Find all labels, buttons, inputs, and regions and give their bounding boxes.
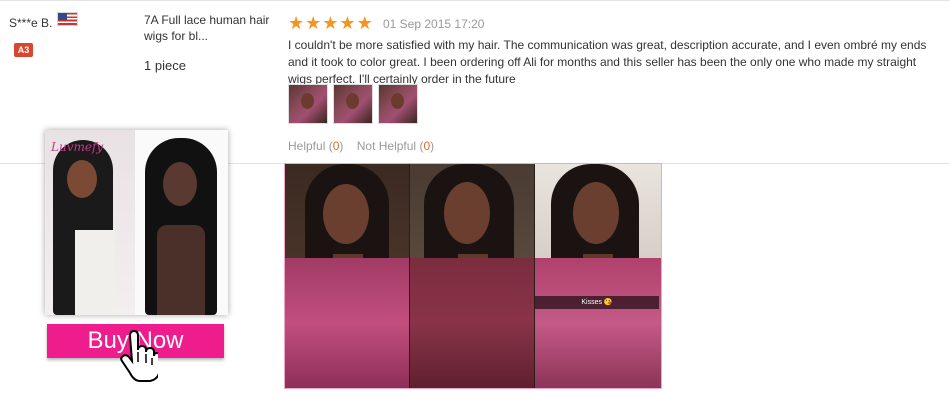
helpful-link[interactable]: Helpful (0) — [288, 139, 343, 153]
photo-panel-2 — [410, 164, 534, 388]
review-photo-thumbnail-1[interactable] — [288, 84, 328, 124]
quantity: 1 piece — [144, 58, 186, 73]
star-icon: ★ — [288, 13, 305, 33]
panel-top — [535, 258, 661, 388]
not-helpful-link[interactable]: Not Helpful (0) — [357, 139, 434, 153]
buyer-name: S***e B. — [9, 16, 53, 30]
photo-face — [301, 93, 314, 109]
not-helpful-label: Not Helpful — [356, 139, 417, 153]
enlarged-review-photo[interactable]: Kisses 😘 — [284, 163, 662, 389]
review-text: I couldn't be more satisfied with my hai… — [288, 38, 927, 86]
us-flag-icon — [57, 12, 78, 26]
buyer-level-badge: A3 — [14, 43, 33, 57]
snap-caption: Kisses 😘 — [535, 296, 659, 309]
helpful-label: Helpful — [288, 139, 326, 153]
brand-logo: Luvmefy — [51, 140, 104, 154]
panel-top — [410, 258, 534, 388]
ad-face-right — [163, 162, 197, 206]
product-ad-image[interactable]: Luvmefy — [45, 130, 228, 315]
hand-pointer-icon — [120, 330, 158, 382]
ad-face-left — [67, 160, 97, 198]
not-helpful-count: 0 — [423, 139, 431, 153]
photo-face — [391, 93, 404, 109]
top-divider — [0, 0, 950, 1]
panel-face — [323, 184, 369, 244]
photo-panel-3: Kisses 😘 — [535, 164, 661, 388]
panel-face — [573, 182, 619, 244]
panel-top — [285, 258, 409, 388]
star-icon: ★ — [322, 13, 339, 33]
star-icon: ★ — [339, 13, 356, 33]
helpful-count: 0 — [332, 139, 340, 153]
ad-mannequin — [157, 225, 205, 315]
star-icon: ★ — [305, 13, 322, 33]
rating-stars: ★ ★ ★ ★ ★ — [288, 14, 373, 32]
helpful-votes: Helpful (0) Not Helpful (0) — [288, 139, 434, 153]
review-date: 01 Sep 2015 17:20 — [383, 17, 485, 31]
review-photo-thumbnail-3[interactable] — [378, 84, 418, 124]
star-icon: ★ — [356, 13, 373, 33]
ad-shirt — [75, 230, 115, 315]
photo-panel-1 — [285, 164, 409, 388]
photo-face — [346, 93, 359, 109]
product-title[interactable]: 7A Full lace human hair wigs for bl... — [144, 12, 274, 44]
panel-face — [444, 182, 490, 244]
review-photo-thumbnail-2[interactable] — [333, 84, 373, 124]
